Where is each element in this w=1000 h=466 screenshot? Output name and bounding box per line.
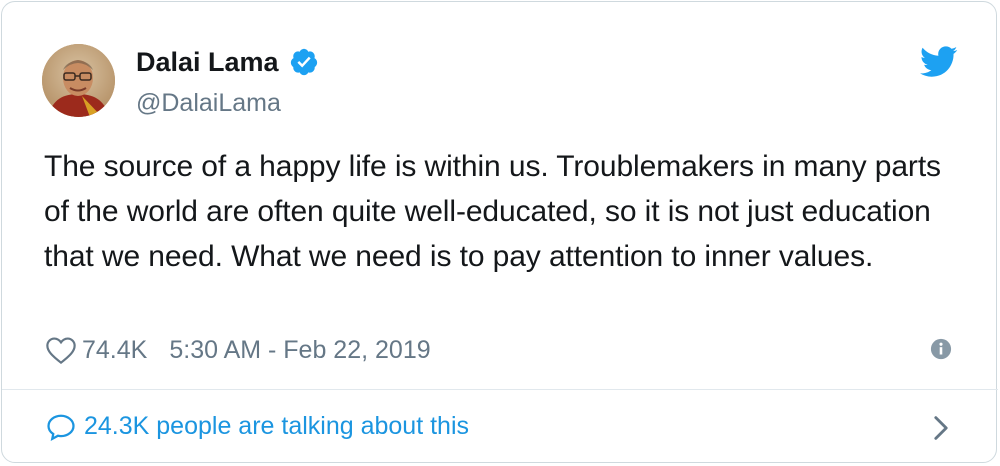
tweet-meta: 74.4K 5:30 AM - Feb 22, 2019 (44, 332, 431, 368)
avatar[interactable] (42, 44, 115, 117)
tweet-text: The source of a happy life is within us.… (44, 150, 941, 273)
verified-badge-icon (290, 48, 317, 76)
author-name[interactable]: Dalai Lama (136, 46, 279, 78)
conversation-link[interactable]: 24.3K people are talking about this (46, 412, 469, 441)
speech-bubble-icon (47, 414, 75, 441)
chevron-right-icon[interactable] (932, 415, 950, 441)
avatar-image (42, 44, 115, 117)
divider (2, 389, 998, 390)
twitter-bird-icon[interactable] (920, 46, 958, 78)
conversation-label[interactable]: 24.3K people are talking about this (84, 412, 469, 441)
author-name-row[interactable]: Dalai Lama (136, 46, 319, 78)
tweet-card: Dalai Lama @DalaiLama The source of a ha… (1, 1, 998, 463)
timestamp[interactable]: 5:30 AM - Feb 22, 2019 (169, 336, 430, 365)
heart-icon[interactable] (44, 335, 78, 365)
author-handle[interactable]: @DalaiLama (136, 88, 281, 118)
info-icon[interactable] (930, 338, 952, 360)
like-count[interactable]: 74.4K (82, 336, 147, 365)
